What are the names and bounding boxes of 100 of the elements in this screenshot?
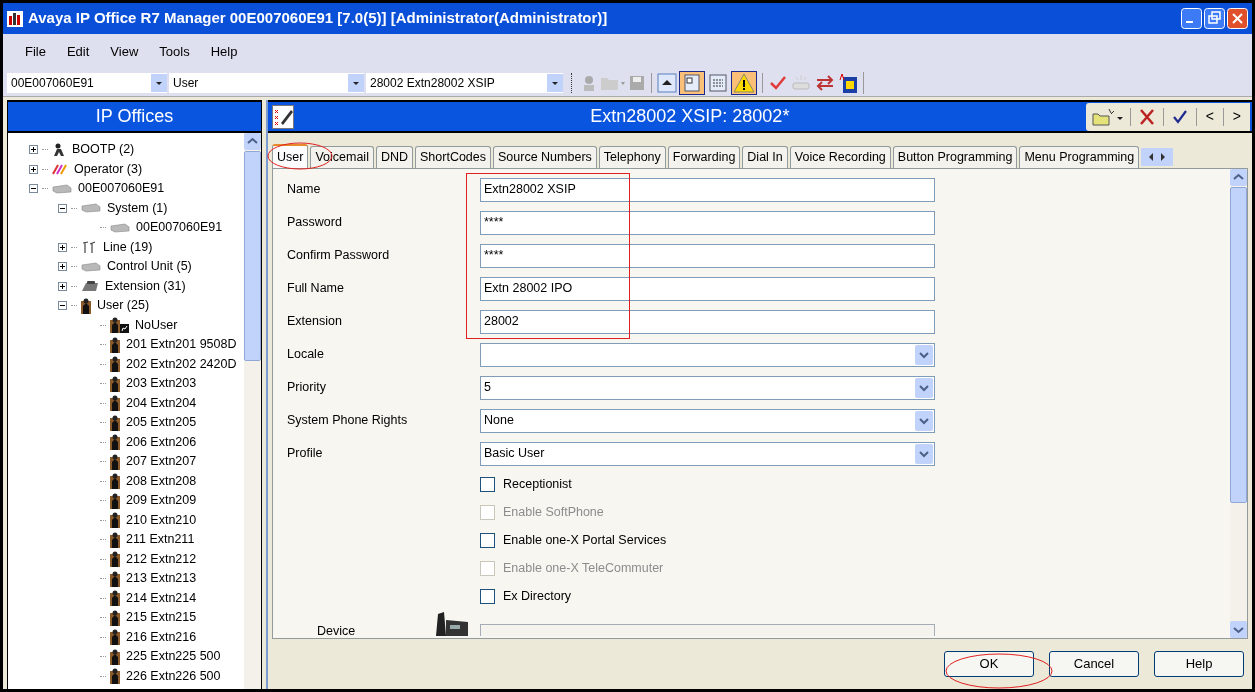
tree-item[interactable]: 215 Extn215 bbox=[124, 608, 199, 628]
tree-item[interactable]: 206 Extn206 bbox=[124, 432, 199, 452]
person-icon bbox=[110, 492, 120, 509]
scroll-up-icon[interactable] bbox=[1230, 169, 1247, 186]
menu-item[interactable]: Tools bbox=[159, 42, 190, 62]
previous-button[interactable]: < bbox=[1202, 106, 1217, 127]
dropdown-field[interactable]: None bbox=[480, 408, 935, 433]
expand-icon[interactable] bbox=[29, 145, 38, 155]
tree-item[interactable]: 216 Extn216 bbox=[124, 627, 199, 647]
tree-item[interactable]: 214 Extn214 bbox=[124, 588, 199, 608]
scrollbar[interactable] bbox=[244, 133, 261, 689]
tab[interactable]: User bbox=[272, 144, 309, 168]
device-unit-icon bbox=[81, 261, 101, 272]
tree-item[interactable]: Control Unit (5) bbox=[105, 257, 194, 277]
person-icon bbox=[110, 590, 120, 607]
tab[interactable]: Forwarding bbox=[667, 146, 741, 168]
tree-item[interactable]: 211 Extn211 bbox=[124, 530, 197, 550]
checkbox[interactable] bbox=[480, 476, 495, 492]
tree-item[interactable]: 213 Extn213 bbox=[124, 569, 199, 589]
person-icon bbox=[110, 434, 120, 451]
text-field[interactable]: **** bbox=[480, 210, 935, 235]
tree-item[interactable]: 205 Extn205 bbox=[124, 413, 199, 433]
field-label: Password bbox=[287, 214, 343, 232]
tab[interactable]: Button Programming bbox=[892, 146, 1018, 168]
collapse-icon[interactable] bbox=[29, 184, 38, 194]
tree-item[interactable]: 225 Extn225 500 bbox=[124, 647, 223, 667]
tree-item[interactable]: 207 Extn207 bbox=[124, 452, 199, 472]
dialog-button[interactable]: OK bbox=[944, 651, 1034, 677]
text-field[interactable]: Extn28002 XSIP bbox=[480, 177, 935, 202]
scrollbar-thumb[interactable] bbox=[244, 151, 261, 361]
tab[interactable]: Source Numbers bbox=[493, 146, 597, 168]
tree-item[interactable]: NoUser bbox=[133, 315, 180, 335]
expand-icon[interactable] bbox=[29, 164, 38, 174]
tree-item[interactable]: 212 Extn212 bbox=[124, 549, 199, 569]
expand-icon[interactable] bbox=[58, 262, 67, 272]
dialog-button[interactable]: Cancel bbox=[1049, 651, 1139, 677]
scrollbar[interactable] bbox=[1230, 169, 1247, 638]
collapse-icon[interactable] bbox=[58, 203, 67, 213]
person-icon bbox=[110, 414, 120, 431]
tree-item[interactable]: 210 Extn210 bbox=[124, 510, 199, 530]
tab[interactable]: ShortCodes bbox=[415, 146, 491, 168]
tree-item[interactable]: 226 Extn226 500 bbox=[124, 666, 223, 686]
tree-item[interactable]: Operator (3) bbox=[72, 159, 145, 179]
tree-item[interactable]: 203 Extn203 bbox=[124, 374, 199, 394]
tab[interactable]: Voicemail bbox=[310, 146, 374, 168]
new-folder-icon[interactable] bbox=[1091, 107, 1124, 126]
menu-item[interactable]: Help bbox=[210, 42, 238, 62]
warning-icon[interactable] bbox=[731, 71, 757, 95]
record-selector[interactable]: 28002 Extn28002 XSIP bbox=[366, 73, 563, 93]
field-label: Profile bbox=[287, 445, 324, 463]
scroll-down-icon[interactable] bbox=[1230, 621, 1247, 638]
tab[interactable]: Menu Programming bbox=[1019, 146, 1140, 168]
panel-view-icon[interactable] bbox=[679, 71, 705, 95]
menu-item[interactable]: View bbox=[110, 42, 139, 62]
menu-item[interactable]: File bbox=[25, 42, 46, 62]
dialog-button[interactable]: Help bbox=[1154, 651, 1244, 677]
tree-item[interactable]: 204 Extn204 bbox=[124, 393, 199, 413]
minimize-button[interactable] bbox=[1181, 8, 1202, 29]
no-user-badge-icon bbox=[120, 324, 129, 334]
tab-scroll-icon[interactable] bbox=[1141, 148, 1174, 166]
tree-item[interactable]: User (25) bbox=[95, 296, 152, 316]
text-field[interactable]: 28002 bbox=[480, 309, 935, 334]
collapse-icon[interactable] bbox=[58, 301, 67, 311]
tree-item[interactable]: System (1) bbox=[105, 198, 170, 218]
tree-item[interactable]: 208 Extn208 bbox=[124, 471, 199, 491]
text-field[interactable]: **** bbox=[480, 243, 935, 268]
scrollbar-thumb[interactable] bbox=[1230, 187, 1247, 503]
document-icon[interactable] bbox=[838, 72, 858, 94]
tree-item[interactable]: Line (19) bbox=[101, 237, 155, 257]
dropdown-field[interactable] bbox=[480, 342, 935, 367]
expand-icon[interactable] bbox=[58, 281, 67, 291]
tree-item[interactable]: BOOTP (2) bbox=[70, 140, 137, 160]
person-icon bbox=[110, 648, 120, 665]
checkbox[interactable] bbox=[480, 532, 495, 548]
restore-button[interactable] bbox=[1204, 8, 1225, 29]
expand-icon[interactable] bbox=[58, 242, 67, 252]
swap-arrows-icon[interactable] bbox=[814, 73, 836, 93]
scroll-up-icon[interactable] bbox=[244, 133, 261, 150]
unit-selector[interactable]: 00E007060E91 bbox=[7, 73, 167, 93]
device-unit-icon bbox=[110, 222, 130, 233]
tree-item[interactable]: 00E007060E91 bbox=[134, 218, 225, 238]
tree-item[interactable]: 209 Extn209 bbox=[124, 491, 199, 511]
checkbox[interactable] bbox=[480, 588, 495, 604]
tree-item[interactable]: 202 Extn202 2420D bbox=[124, 354, 239, 374]
dropdown-field[interactable] bbox=[480, 624, 935, 636]
tab[interactable]: Telephony bbox=[598, 146, 666, 168]
tab[interactable]: DND bbox=[375, 146, 413, 168]
dropdown-field[interactable]: 5 bbox=[480, 375, 935, 400]
close-button[interactable] bbox=[1227, 8, 1248, 29]
next-button[interactable]: > bbox=[1229, 106, 1244, 127]
tree-item[interactable]: 00E007060E91 bbox=[76, 179, 167, 199]
tab[interactable]: Voice Recording bbox=[789, 146, 891, 168]
type-selector[interactable]: User bbox=[169, 73, 364, 93]
tab[interactable]: Dial In bbox=[742, 146, 788, 168]
menu-item[interactable]: Edit bbox=[66, 42, 90, 62]
text-field[interactable]: Extn 28002 IPO bbox=[480, 276, 935, 301]
tree-item[interactable]: 201 Extn201 9508D bbox=[124, 335, 239, 355]
collapse-panel-icon[interactable] bbox=[657, 73, 677, 93]
tree-item[interactable]: Extension (31) bbox=[103, 276, 188, 296]
dropdown-field[interactable]: Basic User bbox=[480, 441, 935, 466]
